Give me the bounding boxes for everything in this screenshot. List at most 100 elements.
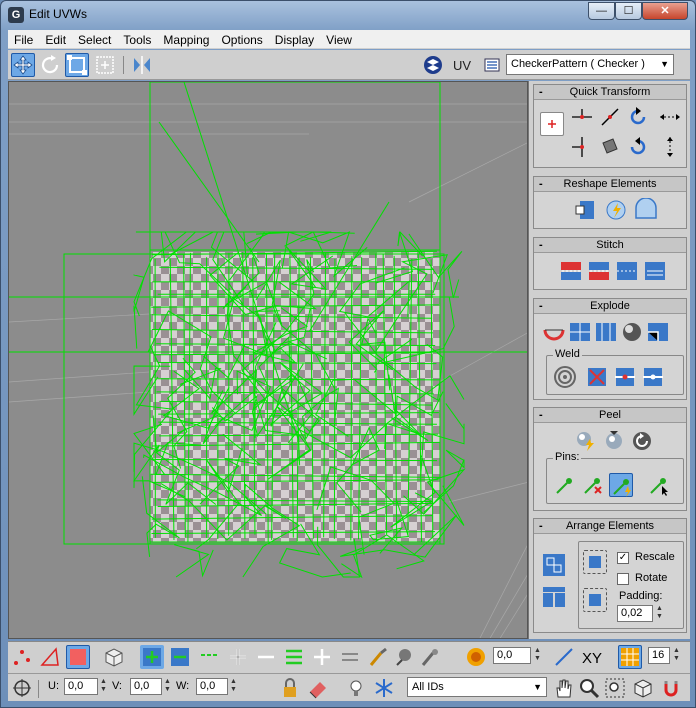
explode-to-seams-button[interactable] bbox=[646, 320, 670, 344]
auto-pin-button[interactable] bbox=[609, 473, 633, 497]
shrink-loop-button[interactable] bbox=[254, 645, 278, 669]
unpin-vertices-button[interactable] bbox=[581, 473, 605, 497]
grow-loop-button[interactable] bbox=[226, 645, 250, 669]
weld-threshold-button[interactable] bbox=[553, 365, 577, 389]
straighten-selection-button[interactable] bbox=[574, 198, 598, 222]
quick-peel-button[interactable] bbox=[574, 429, 598, 453]
rotate-tool-button[interactable] bbox=[38, 53, 62, 77]
xy-label[interactable]: XY bbox=[582, 650, 602, 667]
space-vertical-button[interactable] bbox=[658, 135, 682, 159]
stitch-average-button[interactable] bbox=[587, 259, 611, 283]
pack-normalize-button[interactable] bbox=[542, 553, 566, 577]
freeform-tool-button[interactable] bbox=[93, 53, 117, 77]
explode-to-smoothing-button[interactable] bbox=[594, 320, 618, 344]
menu-select[interactable]: Select bbox=[72, 30, 117, 49]
align-to-edge-button[interactable] bbox=[598, 135, 622, 159]
straighten-button[interactable] bbox=[598, 105, 622, 129]
pan-button[interactable] bbox=[551, 676, 575, 700]
snap-toggle-button[interactable] bbox=[659, 676, 683, 700]
freeze-button[interactable] bbox=[372, 676, 396, 700]
uv-editor-viewport[interactable] bbox=[8, 81, 528, 639]
rotate-ccw-button[interactable] bbox=[626, 105, 650, 129]
explode-to-material-button[interactable] bbox=[620, 320, 644, 344]
zoom-button[interactable] bbox=[577, 676, 601, 700]
shrink-selection-button[interactable] bbox=[168, 645, 192, 669]
reshape-elements-header[interactable]: - Reshape Elements bbox=[534, 177, 686, 192]
mirror-tool-button[interactable] bbox=[130, 53, 154, 77]
edge-mode-button[interactable] bbox=[38, 645, 62, 669]
edge-ring-button[interactable] bbox=[282, 645, 306, 669]
peel-header[interactable]: - Peel bbox=[534, 408, 686, 423]
shrink-ring-button[interactable] bbox=[338, 645, 362, 669]
vertex-mode-button[interactable] bbox=[10, 645, 34, 669]
polygon-mode-button[interactable] bbox=[66, 645, 90, 669]
stitch-custom-button[interactable] bbox=[643, 259, 667, 283]
paint-grow-button[interactable] bbox=[392, 645, 416, 669]
relax-settings-button[interactable] bbox=[634, 197, 658, 222]
rotate-cw-button[interactable] bbox=[626, 135, 650, 159]
padding-input[interactable]: 0,02 bbox=[617, 605, 653, 622]
w-spinner[interactable]: ▲ ▼ bbox=[229, 678, 238, 695]
explode-to-faces-button[interactable] bbox=[568, 320, 592, 344]
hide-button[interactable] bbox=[306, 676, 330, 700]
menu-display[interactable]: Display bbox=[269, 30, 320, 49]
move-tool-button[interactable] bbox=[11, 53, 35, 77]
falloff-input[interactable]: 0,0 bbox=[493, 647, 531, 664]
rescale-checkbox[interactable]: ✓ bbox=[617, 552, 629, 564]
u-spinner[interactable]: ▲ ▼ bbox=[99, 678, 108, 695]
weld-target-button[interactable] bbox=[613, 365, 637, 389]
quick-transform-header[interactable]: - Quick Transform bbox=[534, 85, 686, 100]
lock-selection-button[interactable] bbox=[278, 676, 302, 700]
align-horizontal-button[interactable] bbox=[570, 105, 594, 129]
snap-grid-button[interactable] bbox=[618, 645, 642, 669]
absolute-mode-button[interactable] bbox=[10, 676, 34, 700]
show-map-button[interactable] bbox=[421, 53, 445, 77]
show-button[interactable] bbox=[344, 676, 368, 700]
pack-together-button[interactable] bbox=[542, 585, 566, 609]
grid-size-spinner[interactable]: ▲ ▼ bbox=[672, 647, 681, 664]
menu-edit[interactable]: Edit bbox=[39, 30, 72, 49]
w-input[interactable]: 0,0 bbox=[196, 678, 228, 695]
grow-ring-button[interactable] bbox=[310, 645, 334, 669]
title-bar[interactable]: G Edit UVWs — ☐ ✕ bbox=[1, 1, 695, 29]
pivot-button[interactable] bbox=[540, 112, 564, 136]
stitch-to-target-button[interactable] bbox=[559, 259, 583, 283]
stitch-to-source-button[interactable] bbox=[615, 259, 639, 283]
paint-select-button[interactable] bbox=[366, 645, 390, 669]
falloff-spinner[interactable]: ▲ ▼ bbox=[533, 647, 542, 664]
reset-peel-button[interactable] bbox=[630, 429, 654, 453]
select-pinned-button[interactable] bbox=[647, 473, 671, 497]
arrange-elements-header[interactable]: - Arrange Elements bbox=[534, 519, 686, 534]
pack-custom-button[interactable] bbox=[583, 550, 607, 574]
menu-tools[interactable]: Tools bbox=[117, 30, 157, 49]
menu-mapping[interactable]: Mapping bbox=[157, 30, 215, 49]
peel-mode-button[interactable] bbox=[602, 429, 626, 453]
paint-shrink-button[interactable] bbox=[418, 645, 442, 669]
break-button[interactable] bbox=[542, 320, 566, 344]
edge-loop-button[interactable] bbox=[198, 645, 222, 669]
falloff-type-button[interactable] bbox=[552, 645, 576, 669]
u-input[interactable]: 0,0 bbox=[64, 678, 98, 695]
relax-button[interactable] bbox=[604, 198, 628, 222]
rotate-checkbox[interactable] bbox=[617, 573, 629, 585]
minimize-button[interactable]: — bbox=[588, 2, 615, 20]
zoom-region-button[interactable] bbox=[603, 676, 627, 700]
soft-selection-button[interactable] bbox=[464, 645, 488, 669]
space-horizontal-button[interactable] bbox=[658, 105, 682, 129]
menu-options[interactable]: Options bbox=[215, 30, 268, 49]
v-input[interactable]: 0,0 bbox=[130, 678, 162, 695]
grow-selection-button[interactable] bbox=[140, 645, 164, 669]
pin-vertices-button[interactable] bbox=[553, 473, 577, 497]
close-button[interactable]: ✕ bbox=[642, 2, 688, 20]
menu-view[interactable]: View bbox=[320, 30, 358, 49]
weld-selected-button[interactable] bbox=[585, 365, 609, 389]
weld-all-selected-button[interactable] bbox=[641, 365, 665, 389]
stitch-header[interactable]: - Stitch bbox=[534, 238, 686, 253]
material-ids-dropdown[interactable]: All IDs ▼ bbox=[407, 677, 547, 697]
align-vertical-button[interactable] bbox=[570, 135, 594, 159]
uv-options-button[interactable] bbox=[480, 53, 504, 77]
explode-header[interactable]: - Explode bbox=[534, 299, 686, 314]
v-spinner[interactable]: ▲ ▼ bbox=[163, 678, 172, 695]
padding-spinner[interactable]: ▲ ▼ bbox=[655, 605, 664, 622]
texture-dropdown[interactable]: CheckerPattern ( Checker ) ▼ bbox=[506, 54, 674, 75]
